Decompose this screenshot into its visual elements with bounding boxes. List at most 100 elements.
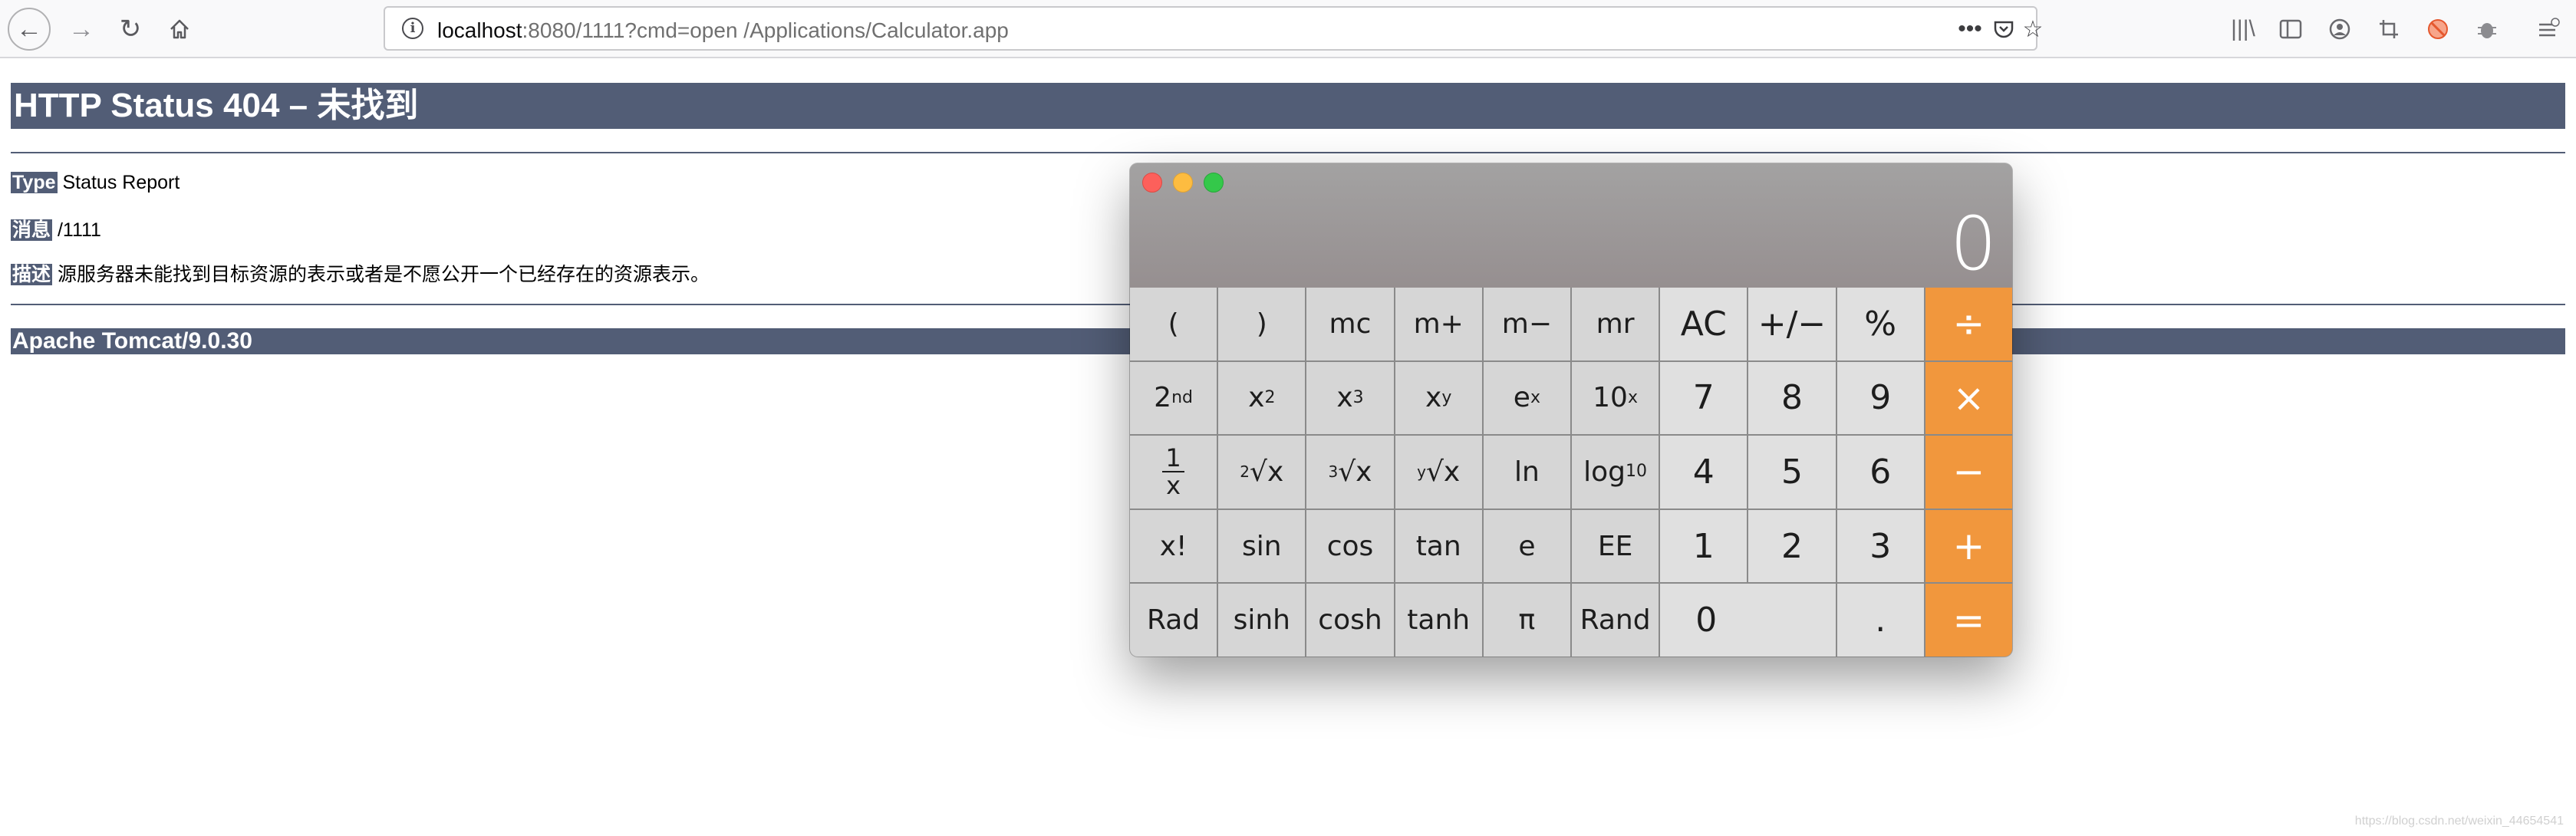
key-tan[interactable]: tan [1395, 509, 1482, 583]
key-2[interactable]: 2 [1748, 509, 1836, 583]
star-icon: ☆ [2022, 16, 2044, 42]
key-tanh[interactable]: tanh [1395, 584, 1482, 657]
description-value: 源服务器未能找到目标资源的表示或者是不愿公开一个已经存在的资源表示。 [52, 264, 710, 285]
key-5[interactable]: 5 [1748, 436, 1836, 509]
page-title: HTTP Status 404 – 未找到 [11, 83, 2565, 129]
divider [11, 152, 2565, 153]
key-subtract[interactable]: − [1925, 436, 2012, 509]
key-mr[interactable]: mr [1571, 288, 1659, 360]
key-cos[interactable]: cos [1306, 509, 1394, 583]
arrow-left-icon: ← [16, 14, 42, 44]
key-7[interactable]: 7 [1660, 361, 1748, 435]
message-value: /1111 [52, 219, 101, 241]
watermark: https://blog.csdn.net/weixin_44654541 [2354, 815, 2564, 828]
key-e[interactable]: e [1483, 509, 1570, 583]
url-host: localhost [437, 18, 522, 42]
key-cosh[interactable]: cosh [1306, 584, 1394, 657]
key-log10[interactable]: log 10 [1571, 436, 1659, 509]
key-sin[interactable]: sin [1218, 509, 1306, 583]
key-cube-root[interactable]: 3 √x [1306, 436, 1394, 509]
url-bar[interactable]: i localhost:8080/1111?cmd=open /Applicat… [384, 6, 2043, 51]
key-6[interactable]: 6 [1836, 436, 1924, 509]
bookmark-button[interactable]: ☆ [2016, 14, 2050, 44]
site-info-icon[interactable]: i [402, 18, 423, 39]
key-close-paren[interactable]: ) [1218, 288, 1306, 360]
key-rand[interactable]: Rand [1571, 584, 1659, 657]
key-rad[interactable]: Rad [1130, 584, 1217, 657]
key-open-paren[interactable]: ( [1130, 288, 1217, 360]
home-icon [170, 19, 189, 39]
key-reciprocal[interactable]: 1x [1130, 436, 1217, 509]
library-button[interactable]: |||\ [2226, 12, 2260, 46]
zoom-window-button[interactable] [1204, 173, 1224, 193]
key-equals[interactable]: = [1925, 584, 2012, 657]
extension-bug-icon [2478, 23, 2496, 38]
key-8[interactable]: 8 [1748, 361, 1836, 435]
key-x-pow-y[interactable]: xy [1395, 361, 1482, 435]
key-ln[interactable]: ln [1483, 436, 1570, 509]
menu-button[interactable] [2532, 12, 2565, 46]
pocket-icon [1994, 21, 2014, 38]
forward-button[interactable]: → [60, 8, 103, 51]
browser-toolbar: ← → ↻ i localhost:8080/1111?cmd=open /Ap… [0, 0, 2576, 58]
ellipsis-icon: ••• [1958, 16, 1982, 41]
key-all-clear[interactable]: AC [1660, 288, 1748, 360]
extension-button[interactable] [2470, 12, 2504, 46]
key-ee[interactable]: EE [1571, 509, 1659, 583]
type-label: Type [11, 172, 58, 193]
sidebar-button[interactable] [2274, 12, 2308, 46]
sidebar-icon [2279, 19, 2302, 39]
key-decimal[interactable]: . [1836, 584, 1924, 657]
key-percent[interactable]: % [1836, 288, 1924, 360]
key-sinh[interactable]: sinh [1218, 584, 1306, 657]
reload-button[interactable]: ↻ [109, 8, 152, 51]
key-m-plus[interactable]: m+ [1395, 288, 1482, 360]
tracking-blocked-icon [2428, 19, 2448, 39]
account-button[interactable] [2323, 12, 2357, 46]
arrow-right-icon: → [68, 14, 94, 44]
key-x-cubed[interactable]: x3 [1306, 361, 1394, 435]
key-0[interactable]: 0 [1660, 584, 1836, 657]
key-y-root[interactable]: y √x [1395, 436, 1482, 509]
menu-icon [2539, 18, 2560, 37]
calculator-window[interactable]: 0 ( ) mc m+ m− mr AC +/− % ÷ 2nd x2 x3 x… [1130, 163, 2012, 657]
key-divide[interactable]: ÷ [1925, 288, 2012, 360]
description-label: 描述 [11, 264, 53, 285]
type-row: Type Status Report [11, 172, 180, 194]
key-1[interactable]: 1 [1660, 509, 1748, 583]
calculator-keypad: ( ) mc m+ m− mr AC +/− % ÷ 2nd x2 x3 xy … [1130, 288, 2012, 657]
fraction-one-over-x: 1x [1162, 445, 1184, 499]
key-add[interactable]: + [1925, 509, 2012, 583]
home-button[interactable] [158, 8, 201, 51]
back-button[interactable]: ← [8, 8, 51, 51]
key-square-root[interactable]: 2 √x [1218, 436, 1306, 509]
key-4[interactable]: 4 [1660, 436, 1748, 509]
key-9[interactable]: 9 [1836, 361, 1924, 435]
key-plus-minus[interactable]: +/− [1748, 288, 1836, 360]
key-pi[interactable]: π [1483, 584, 1570, 657]
description-row: 描述 源服务器未能找到目标资源的表示或者是不愿公开一个已经存在的资源表示。 [11, 259, 710, 287]
screenshot-icon [2380, 20, 2398, 38]
page-actions-button[interactable]: ••• [1953, 14, 1987, 44]
minimize-window-button[interactable] [1173, 173, 1193, 193]
type-value: Status Report [57, 172, 180, 193]
key-ten-pow-x[interactable]: 10 x [1571, 361, 1659, 435]
key-3[interactable]: 3 [1836, 509, 1924, 583]
tracking-protection-button[interactable] [2421, 12, 2455, 46]
key-factorial[interactable]: x! [1130, 509, 1217, 583]
url-text[interactable]: localhost:8080/1111?cmd=open /Applicatio… [437, 18, 1009, 43]
close-window-button[interactable] [1142, 173, 1162, 193]
key-x-squared[interactable]: x2 [1218, 361, 1306, 435]
calculator-titlebar[interactable]: 0 [1130, 163, 2012, 288]
message-label: 消息 [11, 219, 53, 241]
key-e-pow-x[interactable]: ex [1483, 361, 1570, 435]
screenshot-button[interactable] [2372, 12, 2406, 46]
key-2nd[interactable]: 2nd [1130, 361, 1217, 435]
reload-icon: ↻ [119, 15, 142, 44]
url-path: :8080/1111?cmd=open /Applications/Calcul… [522, 18, 1009, 42]
key-multiply[interactable]: × [1925, 361, 2012, 435]
library-icon: |||\ [2231, 16, 2255, 41]
key-mc[interactable]: mc [1306, 288, 1394, 360]
calculator-display: 0 [1949, 201, 1997, 287]
key-m-minus[interactable]: m− [1483, 288, 1570, 360]
